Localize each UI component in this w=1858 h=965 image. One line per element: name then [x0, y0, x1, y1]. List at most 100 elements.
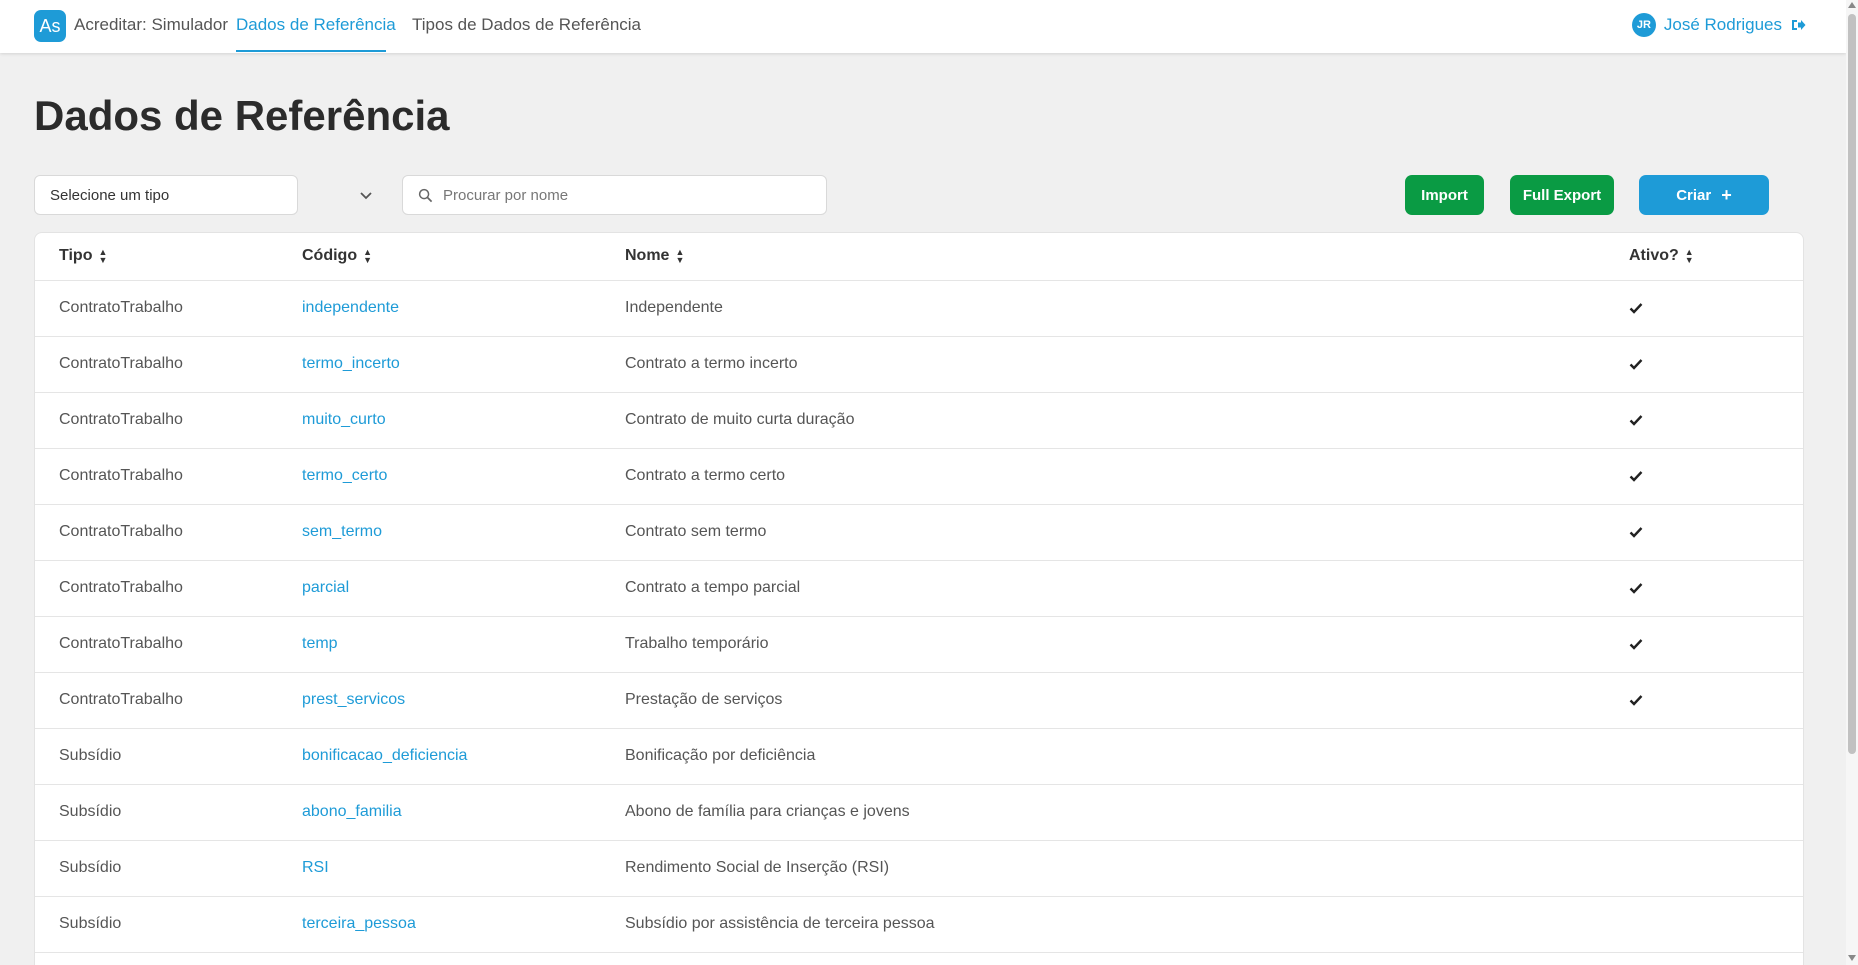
table-row[interactable]: ContratoTrabalho sem_termo Contrato sem te… [35, 504, 1803, 561]
user-menu[interactable]: JR José Rodrigues [1631, 13, 1806, 37]
column-header-nome[interactable]: Nome ▲ ▼ [625, 233, 1629, 281]
scroll-down-arrow-icon[interactable] [1848, 955, 1856, 961]
sign-out-icon[interactable] [1790, 17, 1806, 33]
code-link[interactable]: termo_certo [302, 467, 387, 484]
table-row[interactable]: ContratoTrabalho termo_incerto Contrato a … [35, 336, 1803, 393]
column-header-label: Nome [625, 247, 670, 265]
column-header-label: Ativo? [1629, 247, 1679, 265]
cell-ativo [1629, 728, 1803, 785]
cell-nome: Contrato a tempo parcial [625, 560, 1629, 617]
cell-nome: Contrato sem termo [625, 504, 1629, 561]
cell-tipo: Subsídio [35, 896, 302, 953]
cell-tipo: ContratoTrabalho [35, 336, 302, 393]
column-header-ativo[interactable]: Ativo? ▲ ▼ [1629, 233, 1803, 281]
cell-codigo: parcial [302, 560, 625, 617]
cell-codigo: terceira_pessoa [302, 896, 625, 953]
column-header-tipo[interactable]: Tipo ▲ ▼ [35, 233, 302, 281]
checkmark-icon [1629, 415, 1643, 426]
cell-nome: Prestação de serviços [625, 672, 1629, 729]
cell-codigo: bonificacao_deficiencia [302, 728, 625, 785]
table-row[interactable]: ContratoTrabalho prest_servicos Prestação … [35, 672, 1803, 729]
cell-tipo: Subsídio [35, 728, 302, 785]
table-row[interactable]: ContratoTrabalho termo_certo Contrato a te… [35, 448, 1803, 505]
cell-tipo: ContratoTrabalho [35, 392, 302, 449]
sort-icon: ▲ ▼ [363, 247, 373, 266]
cell-codigo: independente [302, 280, 625, 337]
code-link[interactable]: bonificacao_deficiencia [302, 747, 467, 764]
cell-nome: Contrato a termo incerto [625, 336, 1629, 393]
cell-nome: Subsídio por assistência de terceira pes… [625, 896, 1629, 953]
column-header-label: Código [302, 247, 358, 265]
cell-ativo [1629, 504, 1803, 561]
cell-tipo: ContratoTrabalho [35, 504, 302, 561]
type-select[interactable]: Selecione um tipo [34, 175, 298, 215]
scrollbar-thumb[interactable] [1848, 14, 1856, 754]
table-row[interactable]: Subsídio abono_familia Abono de família pa… [35, 784, 1803, 841]
table-row[interactable]: ContratoTrabalho independente Independente [35, 280, 1803, 337]
search-field[interactable] [402, 175, 827, 215]
cell-ativo [1629, 392, 1803, 449]
chevron-down-icon[interactable] [358, 187, 374, 203]
table-row[interactable]: ContratoTrabalho parcial Contrato a tempo … [35, 560, 1803, 617]
code-link[interactable]: independente [302, 299, 399, 316]
cell-nome: Abono de família para crianças e jovens [625, 784, 1629, 841]
search-icon [418, 188, 433, 203]
code-link[interactable]: terceira_pessoa [302, 915, 416, 932]
cell-ativo [1629, 896, 1803, 953]
nav-link-dados-referencia[interactable]: Dados de Referência [236, 15, 396, 35]
app-brand-name[interactable]: Acreditar: Simulador [74, 15, 228, 35]
cell-nome: Bonificação por deficiência [625, 728, 1629, 785]
user-name[interactable]: José Rodrigues [1664, 15, 1782, 35]
checkmark-icon [1629, 583, 1643, 594]
full-export-button[interactable]: Full Export [1510, 175, 1614, 215]
checkmark-icon [1629, 639, 1643, 650]
cell-tipo: ContratoTrabalho [35, 280, 302, 337]
scroll-up-arrow-icon[interactable] [1848, 2, 1856, 8]
checkmark-icon [1629, 695, 1643, 706]
page-title: Dados de Referência [34, 92, 450, 139]
table-row[interactable]: Subsídio terceira_pessoa Subsídio por assi… [35, 896, 1803, 953]
create-button[interactable]: Criar + [1639, 175, 1769, 215]
code-link[interactable]: temp [302, 635, 338, 652]
app-logo[interactable]: As [34, 10, 66, 42]
table-row[interactable]: ContratoTrabalho muito_curto Contrato de m… [35, 392, 1803, 449]
cell-tipo: ContratoTrabalho [35, 448, 302, 505]
code-link[interactable]: parcial [302, 579, 349, 596]
cell-nome: Trabalho temporário [625, 616, 1629, 673]
create-button-label: Criar [1676, 186, 1712, 204]
checkmark-icon [1629, 303, 1643, 314]
cell-codigo: termo_certo [302, 448, 625, 505]
code-link[interactable]: prest_servicos [302, 691, 405, 708]
cell-ativo [1629, 784, 1803, 841]
cell-codigo: muito_curto [302, 392, 625, 449]
code-link[interactable]: muito_curto [302, 411, 386, 428]
import-button[interactable]: Import [1405, 175, 1484, 215]
table-header-row: Tipo ▲ ▼ Código ▲ ▼ Nome ▲ ▼ Ativo? ▲ ▼ [35, 233, 1803, 281]
cell-codigo: temp [302, 616, 625, 673]
code-link[interactable]: RSI [302, 859, 329, 876]
table-body: ContratoTrabalho independente Independente… [35, 280, 1803, 953]
cell-ativo [1629, 840, 1803, 897]
search-input[interactable] [443, 176, 813, 214]
code-link[interactable]: termo_incerto [302, 355, 400, 372]
top-navbar: As Acreditar: Simulador Dados de Referên… [0, 0, 1846, 53]
cell-tipo: ContratoTrabalho [35, 672, 302, 729]
code-link[interactable]: abono_familia [302, 803, 402, 820]
cell-ativo [1629, 336, 1803, 393]
cell-ativo [1629, 616, 1803, 673]
page-scrollbar[interactable] [1846, 0, 1858, 965]
column-header-codigo[interactable]: Código ▲ ▼ [302, 233, 625, 281]
table-row[interactable]: Subsídio bonificacao_deficiencia Bonificaç… [35, 728, 1803, 785]
cell-tipo: ContratoTrabalho [35, 616, 302, 673]
sort-icon: ▲ ▼ [675, 247, 685, 266]
code-link[interactable]: sem_termo [302, 523, 382, 540]
table-row[interactable]: Subsídio RSI Rendimento Social de Inserção… [35, 840, 1803, 897]
cell-codigo: RSI [302, 840, 625, 897]
cell-tipo: Subsídio [35, 784, 302, 841]
cell-ativo [1629, 560, 1803, 617]
cell-codigo: sem_termo [302, 504, 625, 561]
table-row[interactable]: ContratoTrabalho temp Trabalho temporário [35, 616, 1803, 673]
cell-codigo: prest_servicos [302, 672, 625, 729]
cell-codigo: termo_incerto [302, 336, 625, 393]
nav-link-tipos-dados-referencia[interactable]: Tipos de Dados de Referência [412, 15, 641, 35]
